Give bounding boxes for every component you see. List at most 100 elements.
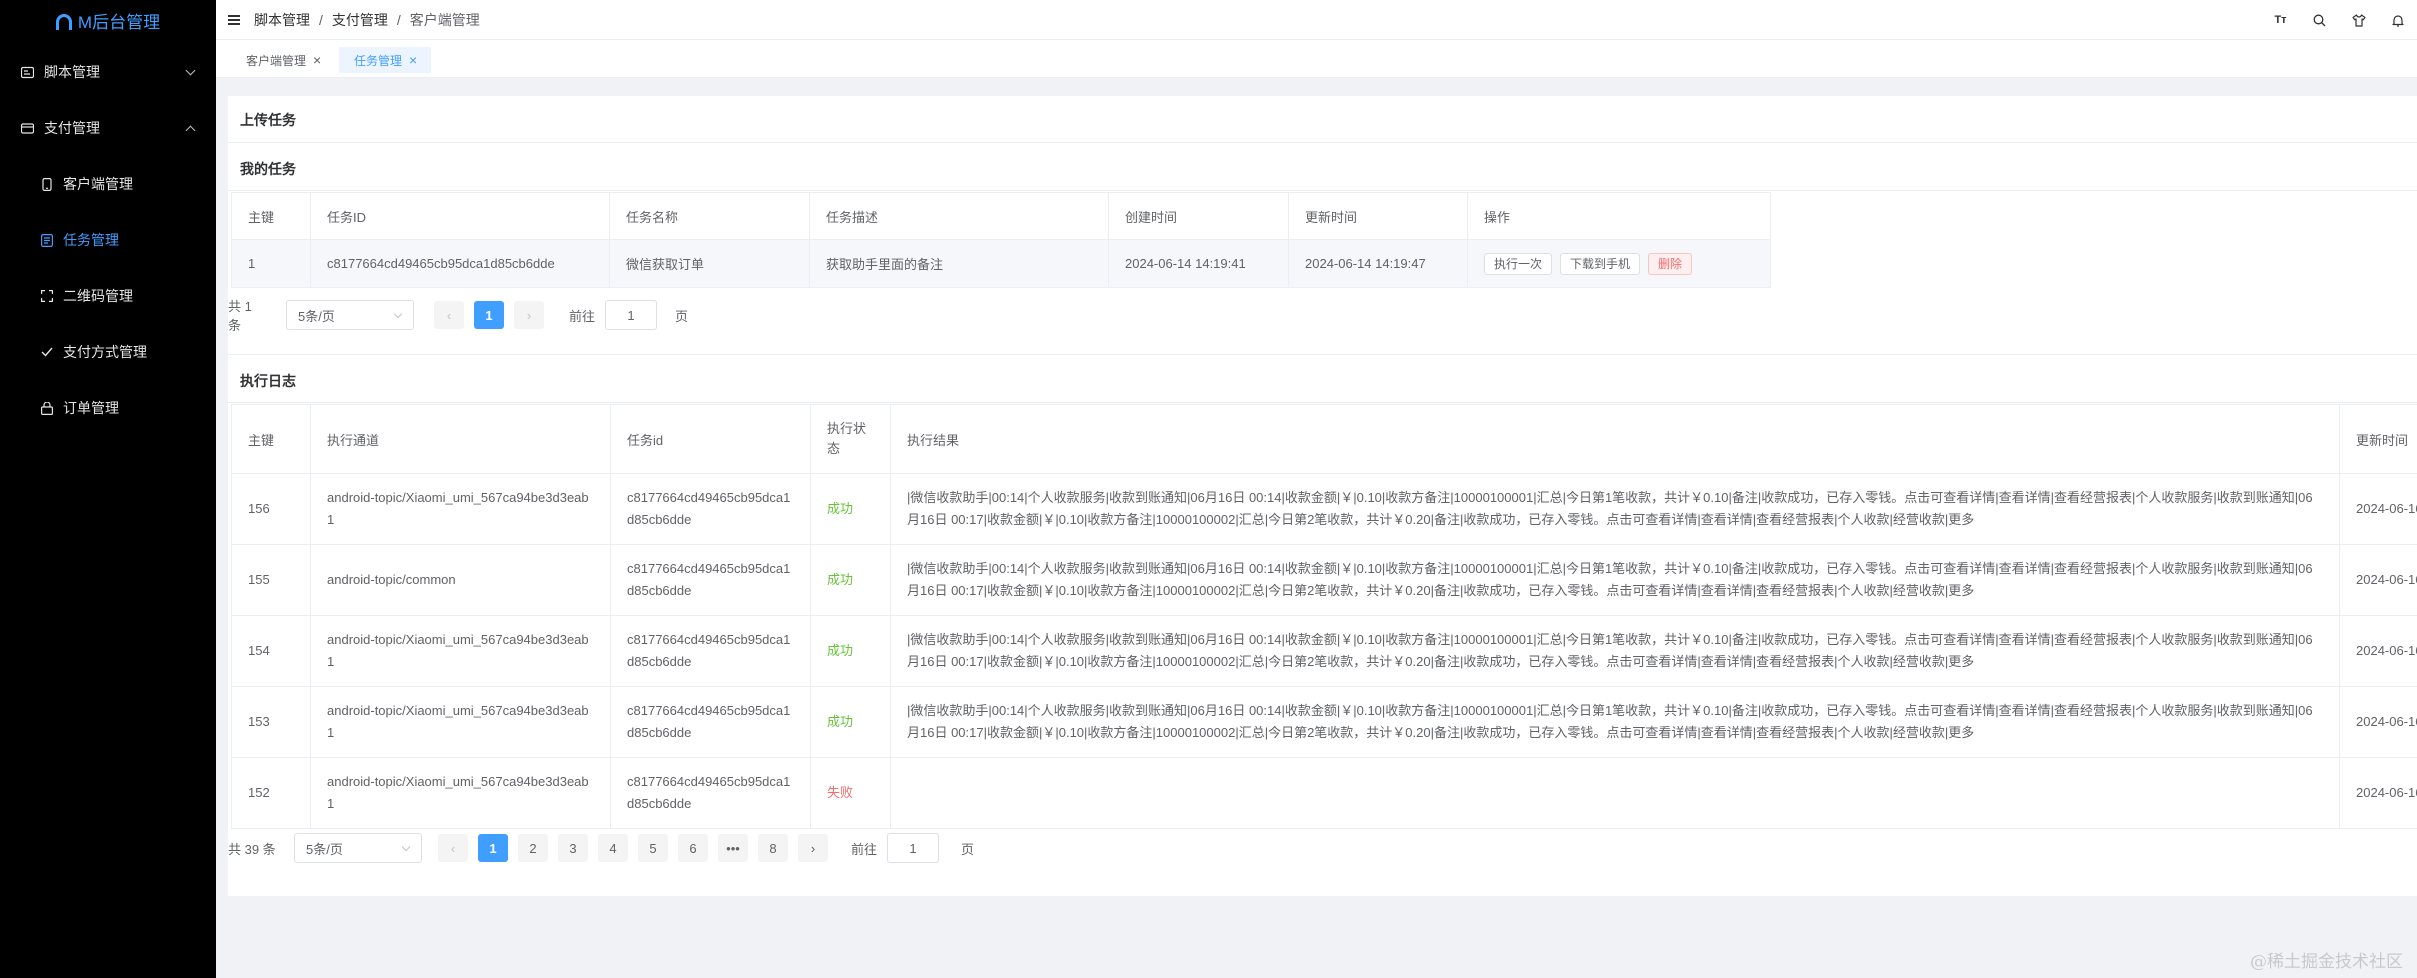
- tasks-table: 主键 任务ID 任务名称 任务描述 创建时间 更新时间 操作 1 c817766…: [231, 192, 1771, 288]
- cell-channel: android-topic/Xiaomi_umi_567ca94be3d3eab…: [310, 686, 611, 758]
- cell-updated: 2024-06-16: [2339, 544, 2417, 616]
- prev-page-button[interactable]: ‹: [434, 301, 464, 329]
- task-icon: [40, 233, 54, 247]
- sidebar-item-script[interactable]: 脚本管理: [0, 54, 216, 90]
- next-page-button[interactable]: ›: [798, 834, 828, 862]
- page-button[interactable]: 1: [478, 834, 508, 862]
- more-pages-button[interactable]: •••: [718, 834, 748, 862]
- font-size-icon[interactable]: Tт: [2261, 0, 2300, 40]
- sidebar-item-paymethod[interactable]: 支付方式管理: [0, 334, 216, 370]
- cell-channel: android-topic/Xiaomi_umi_567ca94be3d3eab…: [310, 757, 611, 829]
- breadcrumb: 脚本管理 / 支付管理 / 客户端管理: [254, 10, 480, 30]
- chevron-down-icon: [185, 65, 196, 75]
- table-row[interactable]: 154 android-topic/Xiaomi_umi_567ca94be3d…: [231, 615, 2417, 687]
- qrcode-icon: [40, 289, 54, 303]
- column-header: 任务ID: [310, 192, 610, 240]
- tab-task[interactable]: 任务管理 ×: [339, 47, 432, 73]
- cell-id: 1: [231, 239, 311, 288]
- search-icon[interactable]: [2300, 0, 2339, 40]
- page-size-select[interactable]: 5条/页: [294, 833, 422, 863]
- cell-result: [890, 757, 2340, 829]
- page-button[interactable]: 6: [678, 834, 708, 862]
- cell-channel: android-topic/Xiaomi_umi_567ca94be3d3eab…: [310, 615, 611, 687]
- sidebar-item-label: 支付管理: [44, 120, 100, 136]
- order-icon: [40, 401, 54, 415]
- payment-icon: [20, 121, 34, 135]
- column-header: 创建时间: [1108, 192, 1289, 240]
- header-tools: Tт: [2261, 0, 2417, 40]
- cell-id: 152: [231, 757, 311, 829]
- column-header: 操作: [1467, 192, 1771, 240]
- column-header: 主键: [231, 404, 311, 474]
- prev-page-button[interactable]: ‹: [438, 834, 468, 862]
- menu-toggle-icon[interactable]: [228, 14, 240, 25]
- page-button[interactable]: 3: [558, 834, 588, 862]
- sidebar-item-label: 支付方式管理: [63, 344, 147, 360]
- cell-channel: android-topic/Xiaomi_umi_567ca94be3d3eab…: [310, 473, 611, 545]
- table-row[interactable]: 1 c8177664cd49465cb95dca1d85cb6dde 微信获取订…: [231, 239, 1771, 288]
- goto-page-input[interactable]: 1: [887, 833, 940, 863]
- sidebar-item-label: 二维码管理: [63, 288, 133, 304]
- close-icon[interactable]: ×: [409, 52, 417, 68]
- cell-task-id: c8177664cd49465cb95dca1d85cb6dde: [610, 686, 811, 758]
- cell-channel: android-topic/common: [310, 544, 611, 616]
- cell-id: 155: [231, 544, 311, 616]
- page-size-select[interactable]: 5条/页: [286, 300, 414, 330]
- sidebar: M后台管理 脚本管理 支付管理 客户端管理 任务管理 二维码管理 支付方式管理 …: [0, 0, 216, 978]
- breadcrumb-item-current: 客户端管理: [409, 11, 480, 28]
- cell-updated: 2024-06-16: [2339, 757, 2417, 829]
- breadcrumb-item[interactable]: 支付管理: [332, 10, 388, 30]
- column-header: 执行结果: [890, 404, 2340, 474]
- table-header-row: 主键 任务ID 任务名称 任务描述 创建时间 更新时间 操作: [231, 192, 1771, 240]
- sidebar-item-qrcode[interactable]: 二维码管理: [0, 278, 216, 314]
- main-panel: 上传任务 我的任务 主键 任务ID 任务名称 任务描述 创建时间 更新时间 操作…: [228, 96, 2417, 896]
- script-icon: [20, 65, 34, 79]
- status-badge: 成功: [810, 615, 891, 687]
- status-badge: 成功: [810, 473, 891, 545]
- page-button[interactable]: 4: [598, 834, 628, 862]
- goto-suffix: 页: [961, 841, 975, 857]
- close-icon[interactable]: ×: [313, 52, 321, 68]
- page-button[interactable]: 2: [518, 834, 548, 862]
- table-row[interactable]: 156 android-topic/Xiaomi_umi_567ca94be3d…: [231, 473, 2417, 545]
- goto-prefix: 前往: [851, 841, 878, 857]
- table-header-row: 主键 执行通道 任务id 执行状态 执行结果 更新时间: [231, 404, 2417, 474]
- cell-created: 2024-06-14 14:19:41: [1108, 239, 1289, 288]
- app-logo[interactable]: M后台管理: [0, 0, 216, 40]
- run-once-button[interactable]: 执行一次: [1484, 252, 1553, 275]
- page-button[interactable]: 5: [638, 834, 668, 862]
- sidebar-item-payment[interactable]: 支付管理: [0, 110, 216, 146]
- page-button[interactable]: 8: [758, 834, 788, 862]
- column-header: 更新时间: [1288, 192, 1468, 240]
- cell-task-id: c8177664cd49465cb95dca1d85cb6dde: [610, 473, 811, 545]
- cell-updated: 2024-06-16: [2339, 615, 2417, 687]
- column-header: 任务描述: [809, 192, 1109, 240]
- app-title: M后台管理: [77, 12, 161, 32]
- column-header: 执行状态: [810, 404, 891, 474]
- cell-actions: 执行一次 下载到手机 删除: [1467, 239, 1771, 288]
- table-row[interactable]: 152 android-topic/Xiaomi_umi_567ca94be3d…: [231, 757, 2417, 829]
- breadcrumb-item[interactable]: 脚本管理: [254, 10, 310, 30]
- sidebar-item-order[interactable]: 订单管理: [0, 390, 216, 426]
- cell-result: |微信收款助手|00:14|个人收款服务|收款到账通知|06月16日 00:14…: [890, 615, 2340, 687]
- page-button[interactable]: 1: [474, 301, 504, 329]
- status-badge: 失败: [810, 757, 891, 829]
- sidebar-item-client[interactable]: 客户端管理: [0, 166, 216, 202]
- table-row[interactable]: 155 android-topic/common c8177664cd49465…: [231, 544, 2417, 616]
- theme-icon[interactable]: [2339, 0, 2378, 40]
- goto-page-input[interactable]: 1: [605, 300, 658, 330]
- download-to-phone-button[interactable]: 下载到手机: [1560, 252, 1641, 275]
- top-header: 脚本管理 / 支付管理 / 客户端管理 Tт: [216, 0, 2417, 40]
- tab-client[interactable]: 客户端管理 ×: [216, 47, 335, 73]
- next-page-button[interactable]: ›: [514, 301, 544, 329]
- table-row[interactable]: 153 android-topic/Xiaomi_umi_567ca94be3d…: [231, 686, 2417, 758]
- cell-id: 154: [231, 615, 311, 687]
- logo-icon: [55, 14, 72, 30]
- delete-button[interactable]: 删除: [1648, 252, 1693, 275]
- sidebar-item-task[interactable]: 任务管理: [0, 222, 216, 258]
- tab-label: 任务管理: [354, 53, 403, 68]
- bell-icon[interactable]: [2378, 0, 2417, 40]
- cell-task-id: c8177664cd49465cb95dca1d85cb6dde: [610, 757, 811, 829]
- phone-icon: [40, 177, 54, 191]
- goto-suffix: 页: [675, 308, 689, 324]
